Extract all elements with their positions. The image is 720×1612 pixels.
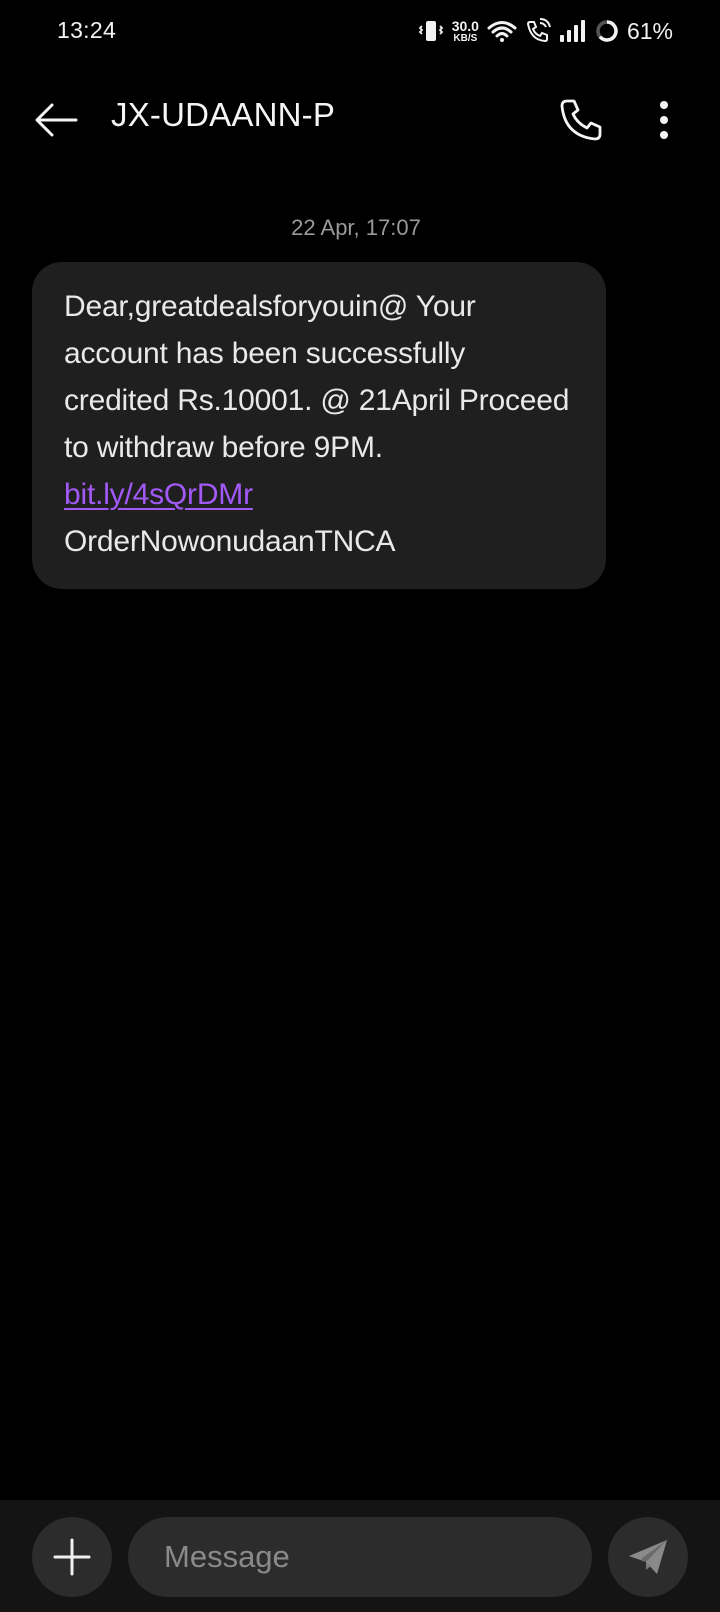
app-header: JX-UDAANN-P bbox=[0, 66, 720, 170]
message-input[interactable] bbox=[164, 1517, 574, 1597]
message-text: Dear,greatdealsforyouin@ Your account ha… bbox=[64, 283, 576, 565]
wifi-icon bbox=[487, 19, 517, 43]
plus-icon bbox=[53, 1538, 91, 1576]
battery-icon bbox=[595, 19, 619, 43]
send-icon bbox=[629, 1540, 667, 1574]
message-bubble[interactable]: Dear,greatdealsforyouin@ Your account ha… bbox=[32, 262, 606, 589]
send-button[interactable] bbox=[608, 1517, 688, 1597]
call-button[interactable] bbox=[553, 92, 609, 148]
message-timestamp: 22 Apr, 17:07 bbox=[291, 215, 421, 240]
phone-icon bbox=[560, 99, 602, 141]
status-bar: 13:24 30.0 KB/S 61% bbox=[0, 0, 720, 66]
network-speed: 30.0 KB/S bbox=[452, 19, 479, 44]
message-link[interactable]: bit.ly/4sQrDMr bbox=[64, 478, 253, 511]
signal-icon bbox=[559, 19, 587, 43]
attach-button[interactable] bbox=[32, 1517, 112, 1597]
message-text-part: Dear,greatdealsforyouin@ Your account ha… bbox=[64, 290, 570, 464]
battery-percent: 61% bbox=[626, 17, 673, 44]
status-time: 13:24 bbox=[57, 17, 117, 43]
more-options-button[interactable] bbox=[640, 92, 688, 148]
status-icons: 30.0 KB/S 61% bbox=[418, 14, 673, 48]
back-button[interactable] bbox=[30, 94, 82, 146]
back-arrow-icon bbox=[35, 103, 78, 137]
message-input-container[interactable] bbox=[128, 1517, 592, 1597]
network-speed-unit: KB/S bbox=[453, 32, 478, 44]
conversation-title: JX-UDAANN-P bbox=[111, 96, 336, 133]
composer-bar bbox=[0, 1500, 720, 1612]
vibrate-icon bbox=[418, 18, 444, 44]
wifi-calling-icon bbox=[525, 18, 551, 44]
message-text-part: OrderNowonudaanTNCA bbox=[64, 525, 396, 558]
network-speed-value: 30.0 bbox=[451, 17, 479, 34]
more-vert-icon bbox=[660, 101, 668, 139]
